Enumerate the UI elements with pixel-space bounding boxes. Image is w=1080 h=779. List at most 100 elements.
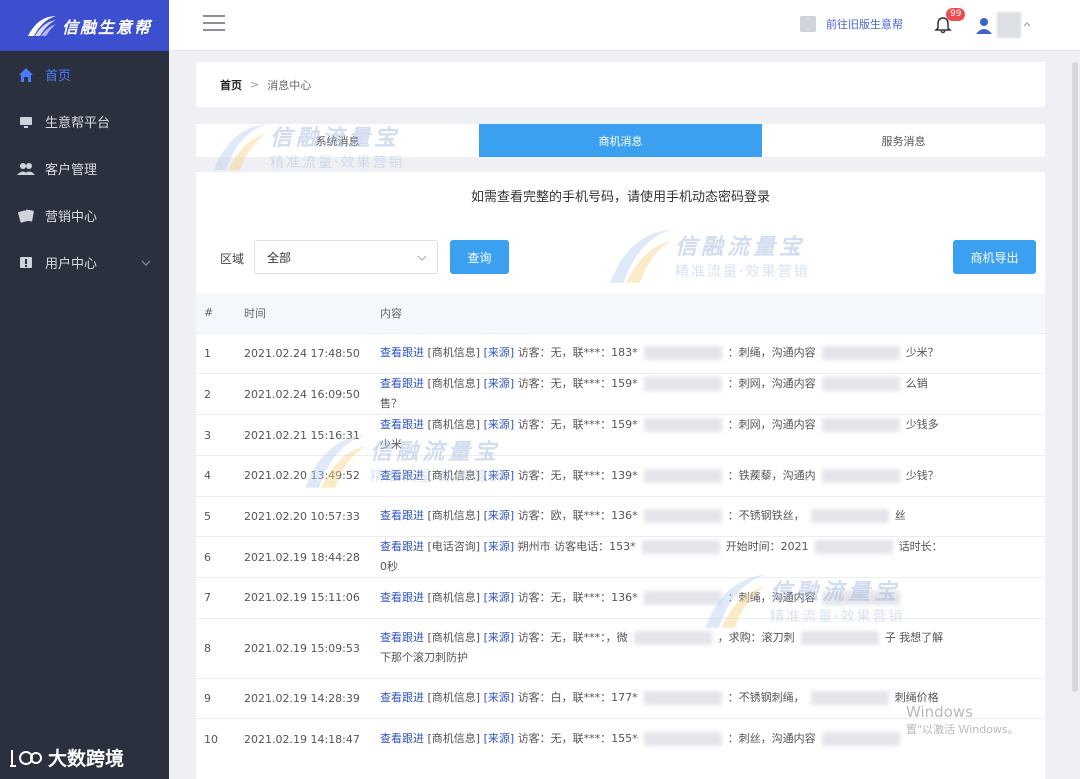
table-row: 1 2021.02.24 17:48:50 查看跟进 [商机信息] [来源] 访客：…	[196, 332, 1045, 374]
table-row: 2 2021.02.24 16:09:50 查看跟进 [商机信息] [来源] 访客：…	[196, 373, 1045, 415]
sidebar-item-user-center[interactable]: 用户中心	[0, 239, 169, 286]
chevron-down-icon[interactable]	[141, 258, 151, 268]
row-text-middle: ：刺丝，沟通内容	[727, 732, 816, 745]
column-header-content: 内容	[380, 293, 1045, 333]
sidebar-item-platform[interactable]: 生意帮平台	[0, 98, 169, 145]
row-time: 2021.02.20 10:57:33	[244, 495, 380, 537]
row-text-start: 访客：无，联***：，微	[517, 631, 628, 644]
query-button[interactable]: 查询	[450, 240, 509, 274]
masked-text	[821, 346, 900, 361]
region-label: 区域	[220, 252, 245, 266]
view-followup-link[interactable]: 查看跟进	[380, 540, 424, 553]
row-text-middle: ：刺网，沟通内容	[727, 377, 816, 390]
notification-badge: 99	[946, 8, 966, 21]
row-index: 1	[196, 332, 244, 374]
sidebar-item-label: 营销中心	[45, 210, 98, 225]
sidebar-item-home[interactable]: 首页	[0, 51, 169, 98]
row-time: 2021.02.19 14:18:47	[244, 718, 380, 759]
region-select[interactable]: 全部	[254, 240, 438, 274]
row-text-start: 朔州市 访客电话：153*	[517, 540, 636, 553]
menu-toggle-icon[interactable]	[203, 15, 225, 33]
row-time: 2021.02.19 15:11:06	[244, 577, 380, 618]
masked-text	[641, 540, 720, 554]
chevron-down-icon	[417, 255, 427, 261]
masked-text	[810, 509, 889, 524]
row-tag-type: [商机信息]	[427, 631, 481, 644]
row-tag-source[interactable]: [来源]	[484, 509, 515, 522]
sidebar: 信融生意帮 首页 生意帮平台 客户管理 营销中心 用户中心	[0, 0, 169, 779]
row-tag-source[interactable]: [来源]	[484, 691, 515, 704]
user-menu[interactable]	[975, 12, 1031, 38]
row-tag-source[interactable]: [来源]	[484, 591, 515, 604]
breadcrumb-current: 消息中心	[267, 78, 312, 92]
row-index: 8	[196, 617, 244, 678]
view-followup-link[interactable]: 查看跟进	[380, 377, 424, 390]
windows-activation-watermark: Windows 置"以激活 Windows。	[906, 703, 1019, 739]
row-tag-source[interactable]: [来源]	[484, 469, 515, 482]
row-index: 5	[196, 495, 244, 537]
view-followup-link[interactable]: 查看跟进	[380, 346, 424, 359]
masked-text	[821, 418, 900, 432]
old-version-link[interactable]: 前往旧版生意帮	[800, 16, 903, 32]
view-followup-link[interactable]: 查看跟进	[380, 591, 424, 604]
logo-text: 信融生意帮	[62, 17, 153, 37]
sidebar-item-customers[interactable]: 客户管理	[0, 145, 169, 192]
page-scrollbar[interactable]	[1072, 62, 1078, 692]
row-tag-type: [商机信息]	[427, 732, 481, 745]
sidebar-item-label: 客户管理	[45, 163, 98, 178]
row-text-start: 访客：无，联***：159*	[517, 418, 638, 431]
tab-service[interactable]: 服务消息	[762, 124, 1045, 157]
bottom-brand-text: 大数跨境	[48, 748, 125, 770]
brand-logo-icon	[10, 749, 42, 767]
sidebar-item-marketing[interactable]: 营销中心	[0, 192, 169, 239]
view-followup-link[interactable]: 查看跟进	[380, 691, 424, 704]
masked-text	[643, 346, 722, 361]
row-text-end: 丝	[894, 509, 906, 523]
masked-text	[821, 732, 900, 746]
row-content: 查看跟进 [商机信息] [来源] 访客：无，联***：183* ：刺绳，沟通内容 少…	[380, 332, 1045, 374]
table-body: 1 2021.02.24 17:48:50 查看跟进 [商机信息] [来源] 访客：…	[196, 332, 1045, 759]
row-tag-source[interactable]: [来源]	[484, 631, 515, 644]
row-text-start: 访客：白，联***：177*	[517, 691, 638, 705]
view-followup-link[interactable]: 查看跟进	[380, 732, 424, 745]
row-text-end: 少米？	[905, 346, 939, 360]
row-tag-source[interactable]: [来源]	[484, 540, 515, 553]
masked-text	[633, 631, 712, 645]
row-tag-source[interactable]: [来源]	[484, 418, 515, 431]
column-header-time: 时间	[244, 293, 380, 333]
tab-business[interactable]: 商机消息	[479, 124, 762, 157]
row-index: 9	[196, 677, 244, 719]
row-content: 查看跟进 [电话咨询] [来源] 朔州市 访客电话：153* 开始时间：2021 话…	[380, 536, 1045, 578]
view-followup-link[interactable]: 查看跟进	[380, 509, 424, 522]
row-index: 7	[196, 577, 244, 618]
row-text-start: 访客：无，联***：183*	[517, 346, 638, 360]
view-followup-link[interactable]: 查看跟进	[380, 418, 424, 431]
users-icon	[17, 160, 35, 178]
row-tag-type: [商机信息]	[427, 691, 481, 705]
monitor-icon	[17, 113, 35, 131]
bottom-brand: 大数跨境	[8, 744, 124, 771]
row-tag-type: [商机信息]	[427, 509, 481, 523]
breadcrumb-home[interactable]: 首页	[220, 77, 242, 93]
message-tabs: 系统消息 商机消息 服务消息	[196, 124, 1045, 157]
row-time: 2021.02.19 15:09:53	[244, 617, 380, 678]
row-content: 查看跟进 [商机信息] [来源] 访客：无，联***：136* ：刺绳，沟通内容	[380, 577, 1045, 618]
masked-text	[814, 540, 893, 554]
row-tag-source[interactable]: [来源]	[484, 732, 515, 745]
row-text-start: 访客：欧，联***：136*	[517, 509, 638, 523]
row-tag-source[interactable]: [来源]	[484, 346, 515, 359]
masked-text	[821, 590, 900, 605]
view-followup-link[interactable]: 查看跟进	[380, 469, 424, 482]
old-version-label: 前往旧版生意帮	[826, 18, 903, 31]
flag-icon	[17, 254, 35, 272]
view-followup-link[interactable]: 查看跟进	[380, 631, 424, 644]
row-text-middle: ：刺绳，沟通内容	[727, 590, 816, 604]
tab-system[interactable]: 系统消息	[196, 124, 479, 157]
row-content: 查看跟进 [商机信息] [来源] 访客：无，联***：159* ：刺网，沟通内容少…	[380, 414, 1045, 456]
row-text-middle: ：不锈钢刺绳，	[727, 691, 805, 705]
caret-down-icon	[1023, 22, 1031, 27]
row-text-start: 访客：无，联***：136*	[517, 590, 638, 604]
export-button[interactable]: 商机导出	[953, 240, 1036, 274]
row-tag-source[interactable]: [来源]	[484, 377, 515, 390]
logo[interactable]: 信融生意帮	[0, 0, 169, 51]
